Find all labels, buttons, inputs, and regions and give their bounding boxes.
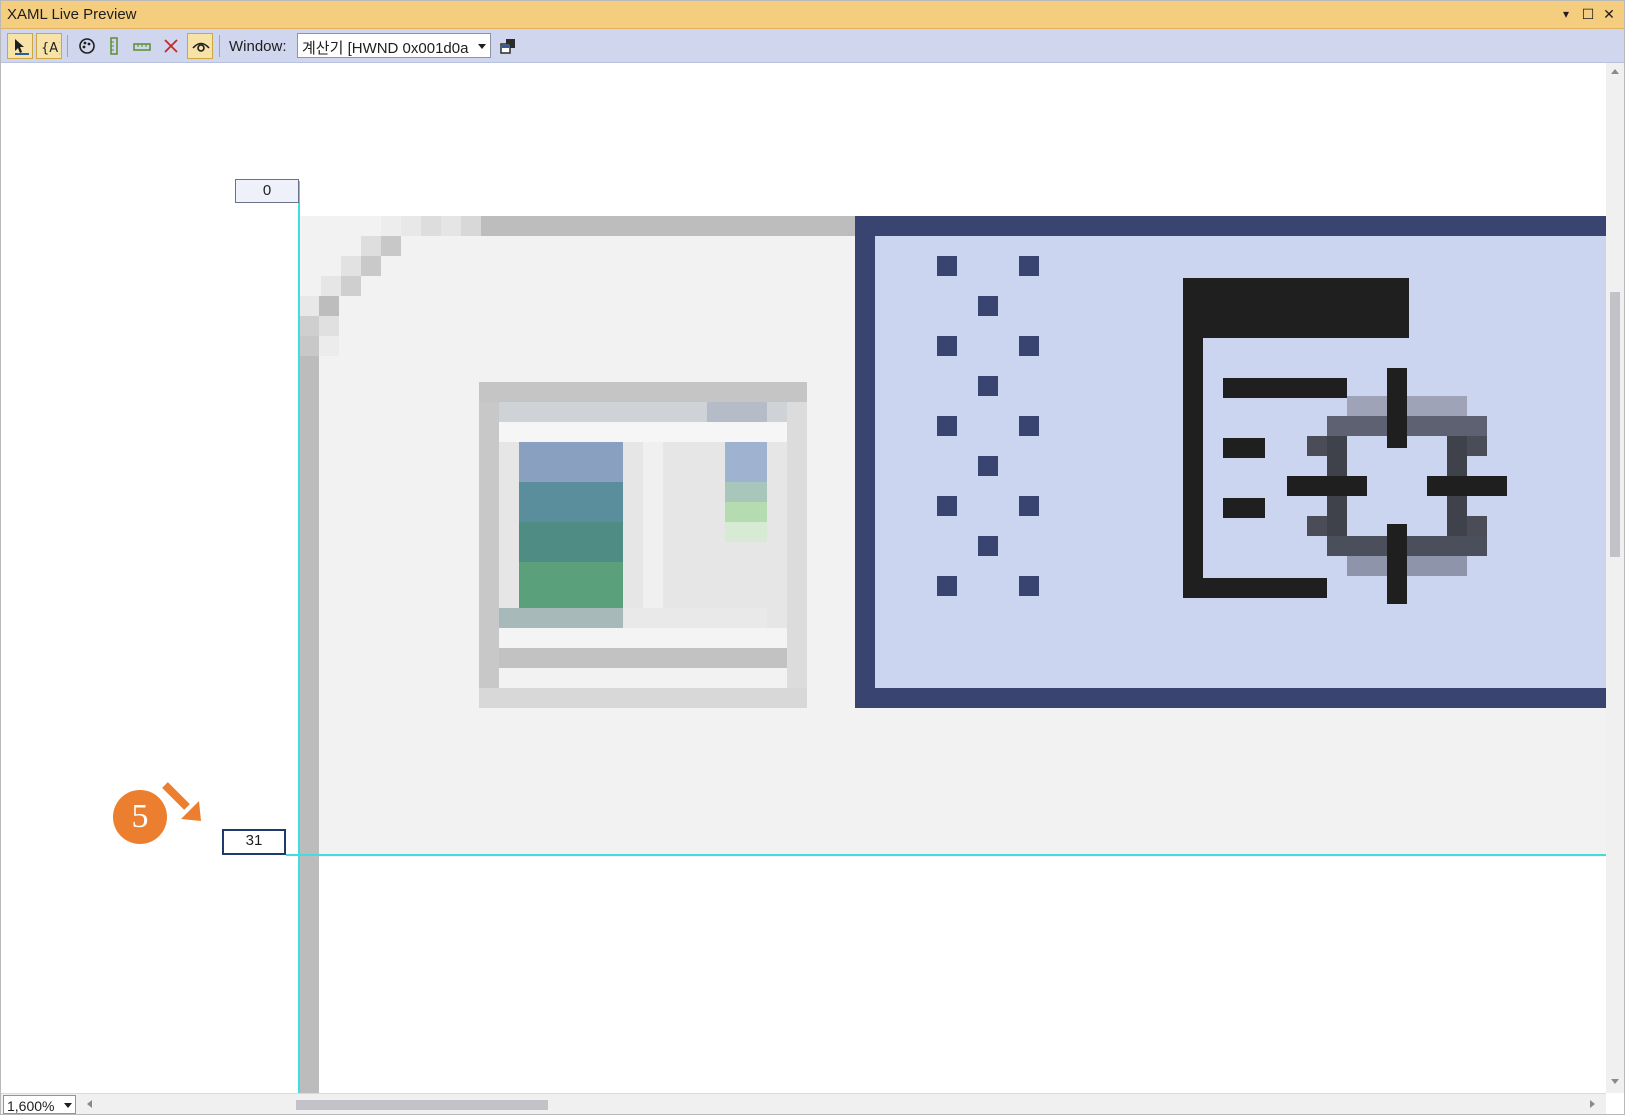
horizontal-scrollbar[interactable]: 1,600% — [1, 1093, 1606, 1114]
close-icon[interactable]: ✕ — [1599, 4, 1619, 24]
window-select[interactable]: 계산기 [HWND 0x001d0a — [297, 33, 491, 58]
ruler-bottom-value[interactable]: 31 — [222, 829, 286, 855]
callout-arrow-icon — [162, 782, 201, 821]
zoom-select[interactable]: 1,600% — [3, 1095, 76, 1114]
attach-window-icon — [500, 39, 515, 54]
scroll-down-icon[interactable] — [1611, 1079, 1619, 1084]
toolbar: {A} — [1, 29, 1624, 63]
vertical-scrollbar[interactable] — [1606, 63, 1624, 1093]
clear-rulers-icon — [164, 39, 178, 53]
select-element-button[interactable] — [7, 33, 33, 59]
window-menu-dropdown-icon[interactable]: ▾ — [1556, 4, 1576, 24]
horizontal-ruler-button[interactable] — [129, 33, 155, 59]
vertical-ruler-icon — [110, 37, 118, 55]
zoom-value: 1,600% — [7, 1098, 55, 1114]
window-left-border — [299, 356, 319, 1093]
vertical-scroll-thumb[interactable] — [1610, 292, 1620, 557]
display-layout-adorners-icon: {A} — [41, 41, 60, 56]
window-title: XAML Live Preview — [7, 6, 137, 23]
attach-window-button[interactable] — [495, 33, 521, 59]
toolbar-separator — [219, 35, 220, 57]
step-callout-badge: 5 — [113, 790, 167, 844]
layout-adorners-button[interactable]: {A} — [36, 33, 62, 59]
title-bar: XAML Live Preview ▾ ☐ ✕ — [1, 1, 1624, 29]
horizontal-scroll-thumb[interactable] — [296, 1100, 548, 1110]
scroll-up-icon[interactable] — [1611, 69, 1619, 74]
track-focused-element-icon — [79, 38, 95, 54]
chevron-down-icon — [64, 1103, 72, 1108]
toolbar-separator — [67, 35, 68, 57]
vertical-ruler-button[interactable] — [101, 33, 127, 59]
horizontal-ruler-icon — [133, 43, 151, 51]
clear-rulers-button[interactable] — [158, 33, 184, 59]
preview-selection-button[interactable] — [187, 33, 213, 59]
ruler-top-value[interactable]: 0 — [235, 179, 299, 203]
window-label: Window: — [229, 38, 287, 55]
track-focus-button[interactable] — [74, 33, 100, 59]
live-visual-tree-icon — [855, 216, 1606, 708]
app-thumbnail-icon — [479, 382, 807, 708]
preview-selection-icon — [192, 42, 210, 52]
svg-text:{A}: {A} — [41, 41, 60, 56]
scroll-left-icon[interactable] — [87, 1100, 92, 1108]
magnified-preview — [162, 181, 1606, 1093]
preview-canvas[interactable]: 0 31 5 — [1, 63, 1606, 1093]
select-element-icon — [15, 39, 29, 55]
chevron-down-icon — [478, 44, 486, 49]
maximize-icon[interactable]: ☐ — [1578, 4, 1598, 24]
xaml-live-preview-window: XAML Live Preview ▾ ☐ ✕ {A} — [0, 0, 1625, 1115]
scroll-right-icon[interactable] — [1590, 1100, 1595, 1108]
window-select-value: 계산기 [HWND 0x001d0a — [302, 40, 469, 57]
